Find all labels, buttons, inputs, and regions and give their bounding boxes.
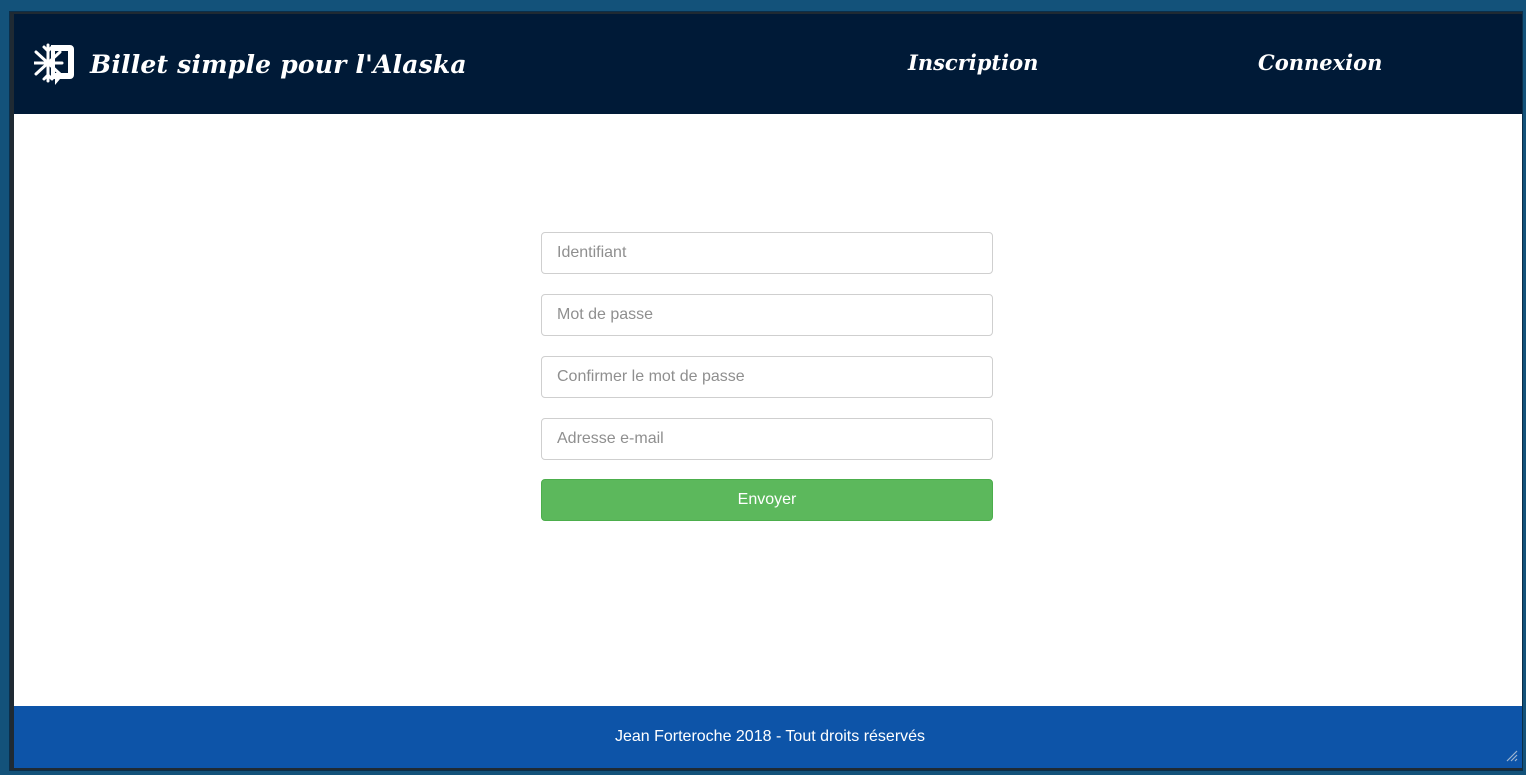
registration-form: Envoyer	[541, 232, 993, 521]
email-input[interactable]	[541, 418, 993, 460]
username-input[interactable]	[541, 232, 993, 274]
nav-inscription-link[interactable]: Inscription	[908, 50, 1038, 75]
brand-link[interactable]: Billet simple pour l'Alaska	[34, 40, 467, 88]
footer: Jean Forteroche 2018 - Tout droits réser…	[14, 706, 1522, 768]
nav-connexion-link[interactable]: Connexion	[1258, 50, 1382, 75]
resize-grip-icon[interactable]	[1504, 748, 1518, 762]
password-input[interactable]	[541, 294, 993, 336]
page: Billet simple pour l'Alaska Inscription …	[14, 14, 1522, 768]
confirm-password-input[interactable]	[541, 356, 993, 398]
snowflake-ticket-icon	[34, 41, 78, 87]
navbar: Billet simple pour l'Alaska Inscription …	[14, 14, 1522, 114]
submit-button[interactable]: Envoyer	[541, 479, 993, 521]
footer-copyright: Jean Forteroche 2018 - Tout droits réser…	[614, 728, 926, 745]
brand-title: Billet simple pour l'Alaska	[90, 49, 467, 79]
